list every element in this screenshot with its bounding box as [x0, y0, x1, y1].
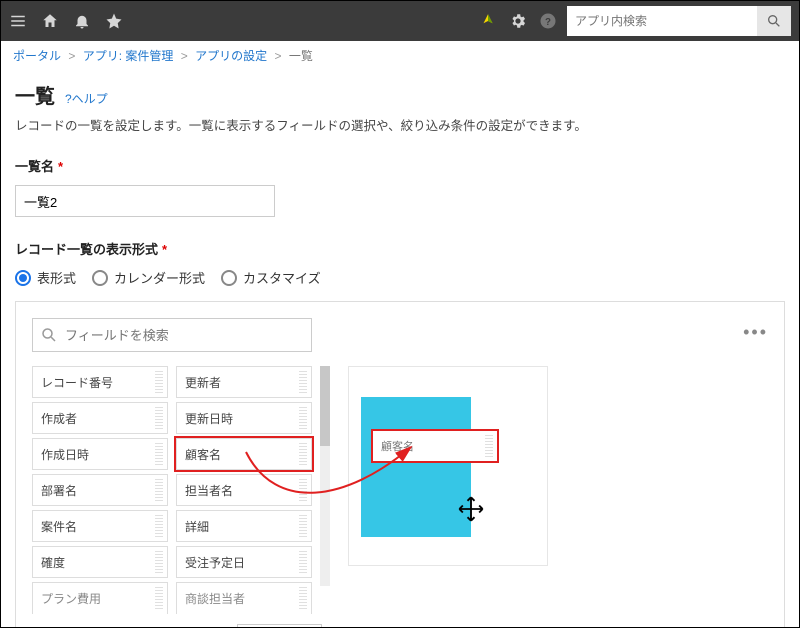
field-item[interactable]: プラン費用 [32, 582, 168, 614]
view-name-input[interactable] [15, 185, 275, 217]
field-item[interactable]: 作成日時 [32, 438, 168, 470]
bell-icon[interactable] [73, 12, 91, 30]
view-name-label: 一覧名* [1, 148, 799, 179]
display-format-label: レコード一覧の表示形式* [1, 231, 799, 262]
more-menu[interactable]: ••• [743, 322, 768, 343]
field-item[interactable]: 更新者 [176, 366, 312, 398]
leaf-icon[interactable] [479, 12, 497, 30]
field-item[interactable]: 顧客名 [176, 438, 312, 470]
field-item[interactable]: 確度 [32, 546, 168, 578]
help-icon[interactable]: ? [539, 12, 557, 30]
radio-calendar[interactable]: カレンダー形式 [92, 268, 205, 287]
field-item[interactable]: 更新日時 [176, 402, 312, 434]
field-item[interactable]: 商談担当者 [176, 582, 312, 614]
field-item[interactable]: 詳細 [176, 510, 312, 542]
home-icon[interactable] [41, 12, 59, 30]
search-icon [40, 326, 58, 347]
field-search-input[interactable] [32, 318, 312, 352]
gear-icon[interactable] [509, 12, 527, 30]
star-icon[interactable] [105, 12, 123, 30]
field-item[interactable]: 担当者名 [176, 474, 312, 506]
crumb-settings[interactable]: アプリの設定 [195, 49, 267, 63]
dragged-field[interactable]: 顧客名 [371, 429, 499, 463]
radio-custom[interactable]: カスタマイズ [221, 268, 321, 287]
drop-zone[interactable]: 顧客名 [348, 366, 548, 566]
breadcrumb: ポータル > アプリ: 案件管理 > アプリの設定 > 一覧 [1, 41, 799, 70]
field-item[interactable]: 受注予定日 [176, 546, 312, 578]
menu-icon[interactable] [9, 12, 27, 30]
field-item[interactable]: 作成者 [32, 402, 168, 434]
move-cursor-icon [457, 495, 485, 526]
global-search-button[interactable] [757, 6, 791, 36]
page-description: レコードの一覧を設定します。一覧に表示するフィールドの選択や、絞り込み条件の設定… [1, 113, 799, 148]
crumb-portal[interactable]: ポータル [13, 49, 61, 63]
field-list-scrollbar[interactable] [320, 366, 330, 586]
svg-text:?: ? [545, 17, 551, 28]
crumb-current: 一覧 [289, 49, 313, 63]
radio-table[interactable]: 表形式 [15, 268, 76, 287]
field-item[interactable]: レコード番号 [32, 366, 168, 398]
add-all-button[interactable]: すべて追加 [237, 624, 322, 628]
help-link[interactable]: ?ヘルプ [65, 90, 108, 107]
global-search-input[interactable] [567, 6, 757, 36]
crumb-app[interactable]: アプリ: 案件管理 [83, 49, 174, 63]
field-item[interactable]: 案件名 [32, 510, 168, 542]
field-item[interactable]: 部署名 [32, 474, 168, 506]
page-title: 一覧 [15, 80, 55, 109]
